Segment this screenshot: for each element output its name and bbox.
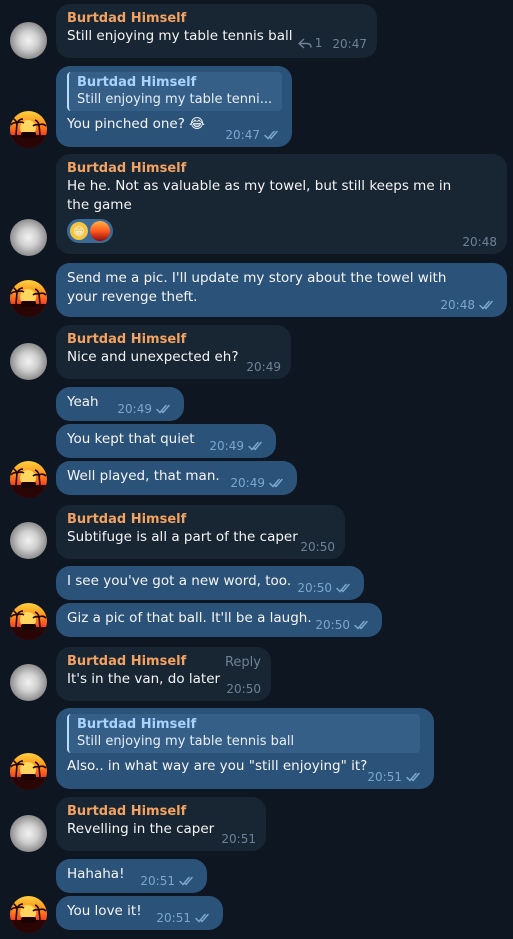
self-avatar[interactable] (10, 896, 47, 933)
reactor-avatar (90, 221, 110, 241)
message-bubble-m13[interactable]: Burtdad Himself Still enjoying my table … (56, 708, 434, 789)
message-time: 20:50 (297, 581, 332, 595)
message-text: He he. Not as valuable as my towel, but … (67, 178, 452, 213)
quote-text: Still enjoying my table tennis ball (77, 734, 295, 749)
message-meta: 20:50 (315, 618, 372, 632)
message-meta: 20:51 (156, 911, 213, 925)
sender-name[interactable]: Burtdad Himself (67, 160, 497, 177)
message-meta: 20:50 (226, 682, 261, 696)
reply-arrow-icon (297, 37, 312, 49)
message-meta: 20:49 (230, 476, 287, 490)
message-text: Subtifuge is all a part of the caper (67, 529, 298, 545)
message-meta: 20:48 (462, 235, 497, 249)
message-time: 20:47 (225, 128, 260, 142)
message-text: Send me a pic. I'll update my story abou… (67, 270, 447, 305)
message-bubble-m15[interactable]: Hahaha! 20:51 (56, 859, 207, 893)
message-bubble-m14[interactable]: Burtdad Himself Revelling in the caper 2… (56, 797, 266, 851)
message-meta: 20:50 (297, 581, 354, 595)
message-bubble-m9[interactable]: Burtdad Himself Subtifuge is all a part … (56, 505, 345, 559)
message-bubble-m5[interactable]: Burtdad Himself Nice and unexpected eh? … (56, 325, 291, 379)
message-time: 20:47 (332, 36, 367, 51)
reply-quote[interactable]: Burtdad Himself Still enjoying my table … (67, 72, 282, 111)
message-meta: 20:48 (440, 298, 497, 312)
message-meta: 20:50 (300, 540, 335, 554)
message-time: 20:49 (230, 476, 265, 490)
double-check-icon (336, 583, 354, 593)
reply-button[interactable]: Reply (225, 653, 261, 672)
quote-sender: Burtdad Himself (77, 75, 197, 90)
message-time: 20:51 (140, 874, 175, 888)
sender-name[interactable]: Burtdad Himself (67, 511, 335, 528)
contact-avatar[interactable] (10, 815, 47, 852)
message-bubble-m10[interactable]: I see you've got a new word, too. 20:50 (56, 566, 364, 600)
self-avatar[interactable] (10, 111, 47, 148)
message-bubble-m3[interactable]: Burtdad Himself He he. Not as valuable a… (56, 154, 507, 254)
reaction-chip[interactable]: 😁 (67, 219, 113, 243)
quote-text: Still enjoying my table tenni... (77, 92, 273, 107)
message-time: 20:50 (226, 682, 261, 696)
self-avatar[interactable] (10, 280, 47, 317)
contact-avatar[interactable] (10, 343, 47, 380)
message-time: 20:49 (209, 439, 244, 453)
message-bubble-m1[interactable]: Burtdad Himself Still enjoying my table … (56, 4, 377, 58)
message-bubble-m8[interactable]: Well played, that man. 20:49 (56, 461, 297, 495)
contact-avatar[interactable] (10, 522, 47, 559)
sender-name[interactable]: Burtdad Himself (67, 10, 367, 27)
double-check-icon (354, 620, 372, 630)
message-time: 20:51 (367, 770, 402, 784)
contact-avatar[interactable] (10, 664, 47, 701)
message-time: 20:50 (300, 540, 335, 554)
sender-name[interactable]: Burtdad Himself (67, 331, 281, 348)
contact-avatar[interactable] (10, 22, 47, 59)
quote-sender: Burtdad Himself (77, 717, 197, 732)
message-time: 20:50 (315, 618, 350, 632)
message-meta: 20:49 (117, 402, 174, 416)
message-meta: 20:51 (140, 874, 197, 888)
double-check-icon (479, 300, 497, 310)
message-meta: 20:51 (367, 770, 424, 784)
sender-name[interactable]: Burtdad Himself (67, 803, 256, 820)
message-bubble-m11[interactable]: Giz a pic of that ball. It'll be a laugh… (56, 603, 382, 637)
message-time: 20:49 (117, 402, 152, 416)
message-meta: 20:49 (246, 360, 281, 374)
double-check-icon (156, 404, 174, 414)
message-meta: 20:49 (209, 439, 266, 453)
message-bubble-m7[interactable]: You kept that quiet 20:49 (56, 424, 276, 458)
message-bubble-m16[interactable]: You love it! 20:51 (56, 896, 223, 930)
message-time: 20:51 (221, 832, 256, 846)
message-time: 20:51 (156, 911, 191, 925)
self-avatar[interactable] (10, 753, 47, 790)
double-check-icon (406, 772, 424, 782)
message-meta: 1 20:47 (297, 34, 367, 53)
message-bubble-m6[interactable]: Yeah 20:49 (56, 387, 184, 421)
message-bubble-m2[interactable]: Burtdad Himself Still enjoying my table … (56, 66, 292, 147)
contact-avatar[interactable] (10, 219, 47, 256)
message-time: 20:48 (440, 298, 475, 312)
message-time: 20:48 (462, 235, 497, 249)
double-check-icon (179, 876, 197, 886)
double-check-icon (248, 441, 266, 451)
double-check-icon (195, 913, 213, 923)
message-bubble-m4[interactable]: Send me a pic. I'll update my story abou… (56, 263, 507, 317)
reaction-emoji: 😁 (70, 222, 88, 240)
self-avatar[interactable] (10, 603, 47, 640)
double-check-icon (264, 130, 282, 140)
reply-count[interactable]: 1 (297, 34, 322, 53)
message-bubble-m12[interactable]: Burtdad Himself Reply It's in the van, d… (56, 647, 271, 701)
message-time: 20:49 (246, 360, 281, 374)
message-meta: 20:47 (225, 128, 282, 142)
double-check-icon (269, 478, 287, 488)
reply-quote[interactable]: Burtdad Himself Still enjoying my table … (67, 714, 420, 753)
self-avatar[interactable] (10, 461, 47, 498)
message-meta: 20:51 (221, 832, 256, 846)
